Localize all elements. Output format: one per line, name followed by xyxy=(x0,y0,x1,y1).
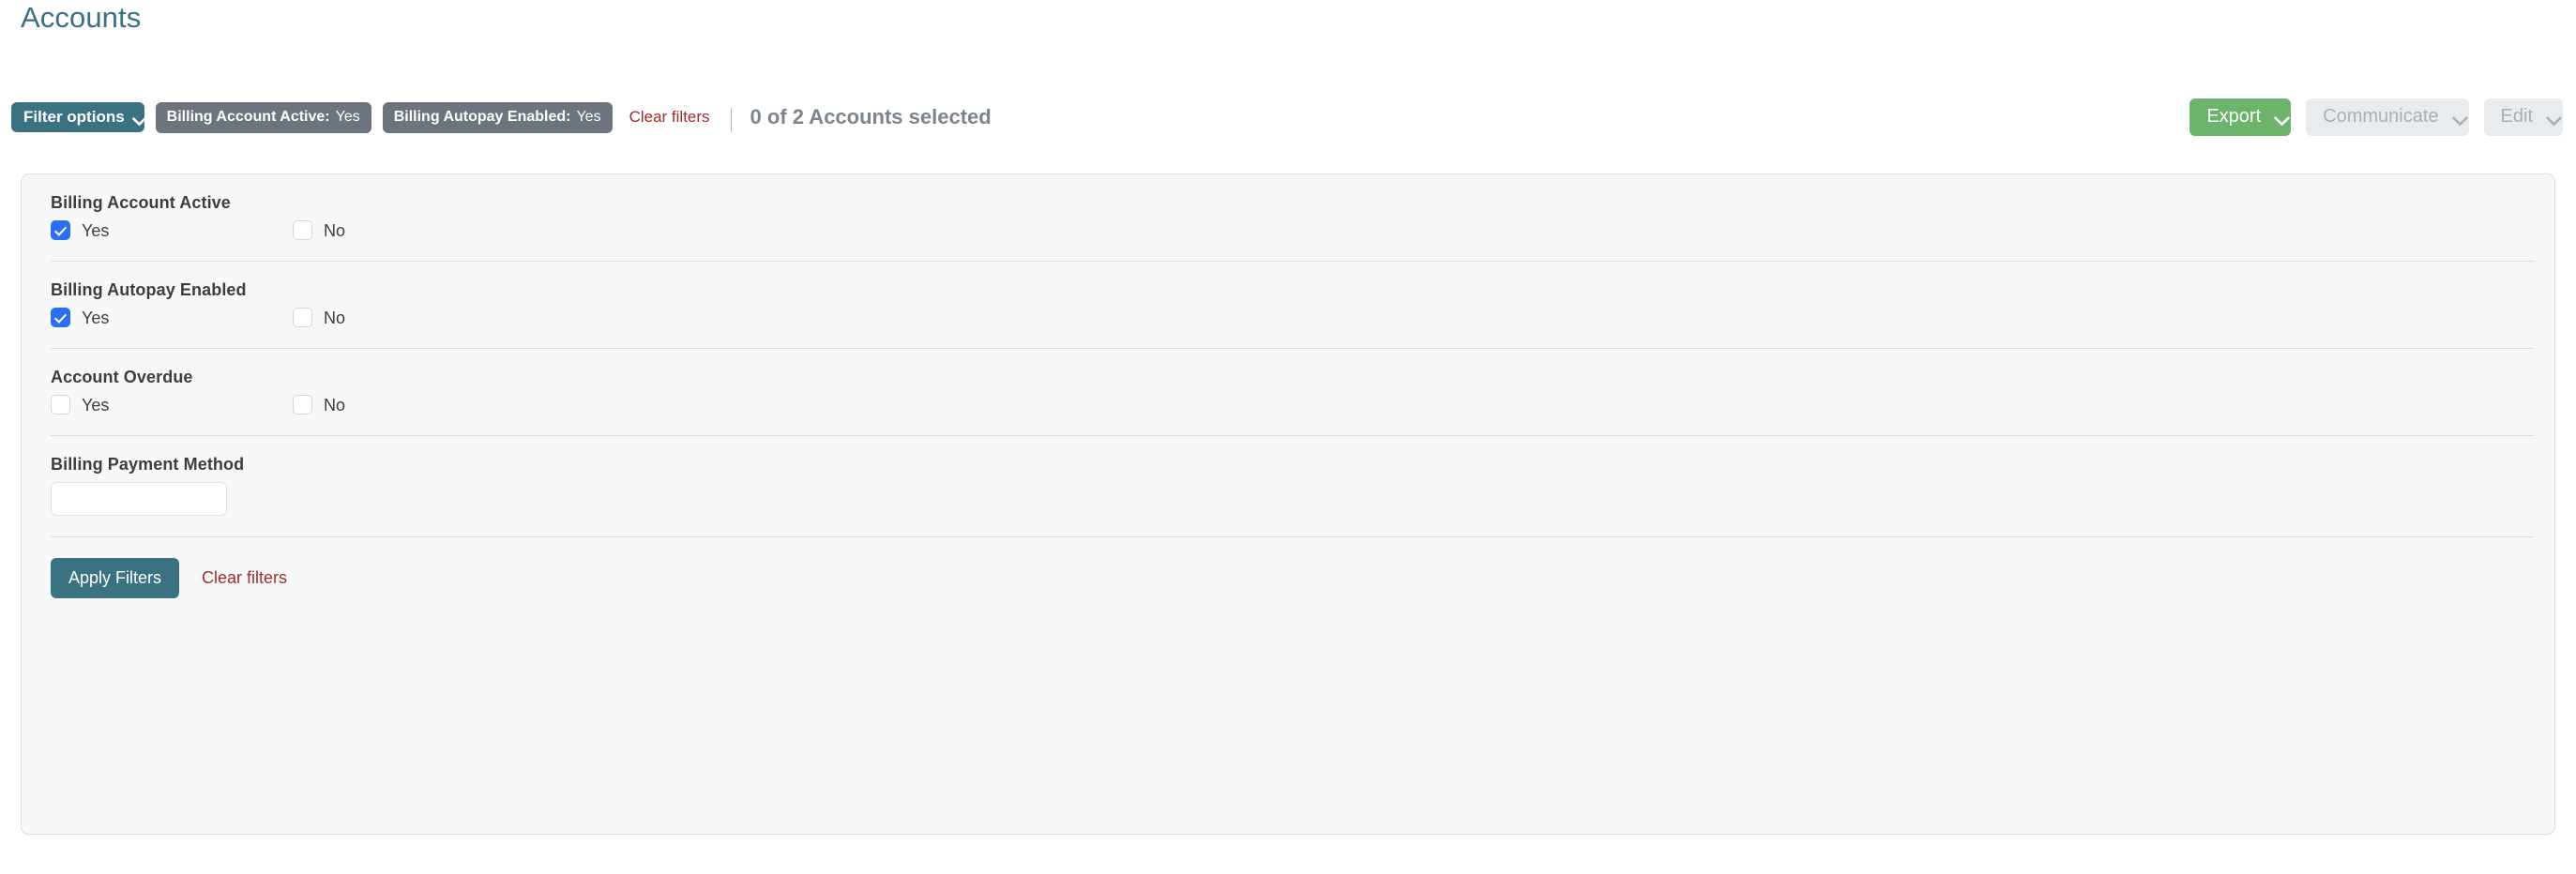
toolbar-right-group: Export Communicate Edit xyxy=(2190,94,2563,141)
checkbox-yes[interactable] xyxy=(51,308,70,327)
option-label: Yes xyxy=(82,309,109,326)
filter-options-row: Yes No xyxy=(51,220,2554,261)
filter-section-billing-autopay-enabled: Billing Autopay Enabled Yes No xyxy=(22,262,2554,348)
toolbar: Filter options Billing Account Active: Y… xyxy=(0,94,2576,141)
page-title: Accounts xyxy=(21,2,141,34)
toolbar-divider xyxy=(731,108,732,132)
option-label: No xyxy=(324,309,345,326)
checkbox-no[interactable] xyxy=(293,395,312,414)
pill-value: Yes xyxy=(576,110,600,125)
clear-filters-link-top[interactable]: Clear filters xyxy=(629,108,710,127)
filter-section-title: Billing Account Active xyxy=(51,174,2554,220)
communicate-button[interactable]: Communicate xyxy=(2306,98,2468,136)
edit-label: Edit xyxy=(2501,107,2533,126)
pill-value: Yes xyxy=(336,110,360,125)
pill-label: Billing Autopay Enabled: xyxy=(394,110,571,125)
selection-status: 0 of 2 Accounts selected xyxy=(750,105,992,129)
edit-button[interactable]: Edit xyxy=(2484,98,2563,136)
pill-label: Billing Account Active: xyxy=(167,110,330,125)
checkbox-no[interactable] xyxy=(293,220,312,240)
filter-actions-row: Apply Filters Clear filters xyxy=(22,537,2554,598)
export-button[interactable]: Export xyxy=(2190,98,2291,136)
filter-options-row: Yes No xyxy=(51,395,2554,435)
filter-section-account-overdue: Account Overdue Yes No xyxy=(22,349,2554,435)
export-label: Export xyxy=(2206,107,2261,126)
filter-section-billing-account-active: Billing Account Active Yes No xyxy=(22,174,2554,261)
clear-filters-link-bottom[interactable]: Clear filters xyxy=(202,568,287,588)
filter-option-billing-autopay-enabled-yes[interactable]: Yes xyxy=(51,308,293,327)
filter-option-billing-account-active-yes[interactable]: Yes xyxy=(51,220,293,240)
filter-options-panel: Billing Account Active Yes No Billing Au… xyxy=(21,173,2555,835)
filter-options-row: Yes No xyxy=(51,308,2554,348)
filter-option-account-overdue-yes[interactable]: Yes xyxy=(51,395,293,414)
filter-section-title: Account Overdue xyxy=(51,349,2554,395)
filter-option-account-overdue-no[interactable]: No xyxy=(293,395,345,414)
checkbox-yes[interactable] xyxy=(51,220,70,240)
active-filter-pill-billing-autopay-enabled[interactable]: Billing Autopay Enabled: Yes xyxy=(383,102,613,133)
filter-section-title: Billing Payment Method xyxy=(51,436,2554,482)
filter-option-billing-autopay-enabled-no[interactable]: No xyxy=(293,308,345,327)
filter-section-billing-payment-method: Billing Payment Method xyxy=(22,436,2554,536)
apply-filters-button[interactable]: Apply Filters xyxy=(51,558,179,598)
billing-payment-method-input[interactable] xyxy=(51,482,227,516)
option-label: Yes xyxy=(82,397,109,414)
option-label: No xyxy=(324,222,345,239)
filter-options-button[interactable]: Filter options xyxy=(11,102,144,132)
filter-section-title: Billing Autopay Enabled xyxy=(51,262,2554,308)
option-label: No xyxy=(324,397,345,414)
active-filter-pill-billing-account-active[interactable]: Billing Account Active: Yes xyxy=(156,102,371,133)
checkbox-yes[interactable] xyxy=(51,395,70,414)
toolbar-left-group: Filter options Billing Account Active: Y… xyxy=(11,94,992,141)
filter-options-label: Filter options xyxy=(23,109,125,125)
communicate-label: Communicate xyxy=(2323,107,2438,126)
checkbox-no[interactable] xyxy=(293,308,312,327)
option-label: Yes xyxy=(82,222,109,239)
filter-option-billing-account-active-no[interactable]: No xyxy=(293,220,345,240)
